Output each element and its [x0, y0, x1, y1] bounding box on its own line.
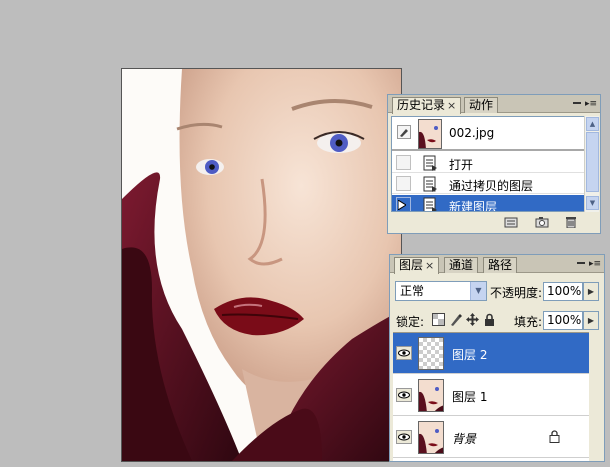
tab-channels[interactable]: 通道: [444, 257, 479, 273]
scroll-up-icon[interactable]: ▲: [586, 117, 599, 131]
history-step[interactable]: 通过拷贝的图层: [392, 174, 586, 194]
snapshot-thumbnail: [418, 119, 442, 149]
history-step[interactable]: 打开: [392, 153, 586, 173]
blend-mode-select[interactable]: 正常 ▼: [395, 281, 487, 301]
history-step-label: 新建图层: [449, 200, 498, 212]
layer-thumbnail: [418, 379, 444, 412]
opacity-field[interactable]: 100%: [543, 282, 583, 301]
lock-position-icon[interactable]: [466, 313, 479, 326]
snapshot-label: 002.jpg: [449, 126, 495, 140]
opacity-label: 不透明度:: [490, 286, 543, 300]
panel-menu-icon[interactable]: ▸≡: [589, 258, 601, 270]
tab-layers-label: 图层: [399, 258, 424, 272]
scroll-down-icon[interactable]: ▼: [586, 196, 599, 210]
eye-icon[interactable]: [396, 430, 412, 444]
layer-row-selected[interactable]: 图层 2: [393, 333, 590, 374]
history-step-selected[interactable]: 新建图层: [392, 195, 586, 212]
layer-row-background[interactable]: 背景: [393, 417, 590, 458]
portrait-image: [122, 69, 401, 461]
history-list: 002.jpg 打开 通过拷贝的图层 新建图层: [391, 116, 587, 212]
close-icon[interactable]: ×: [425, 259, 434, 272]
blend-mode-value: 正常: [400, 284, 425, 298]
eye-icon[interactable]: [396, 388, 412, 402]
collapse-icon[interactable]: [576, 256, 586, 266]
tab-paths[interactable]: 路径: [483, 257, 518, 273]
fill-slider-arrow-icon[interactable]: ▶: [583, 311, 599, 330]
panel-menu-icon[interactable]: ▸≡: [585, 98, 597, 110]
history-state-icon: [423, 155, 437, 171]
layer-thumbnail: [418, 421, 444, 454]
history-source-box[interactable]: [396, 176, 411, 191]
new-snapshot-icon[interactable]: [535, 216, 549, 228]
layers-tabbar: 图层 × 通道 路径 ▸≡: [390, 255, 604, 274]
layer-name[interactable]: 图层 2: [452, 346, 487, 363]
history-state-icon: [423, 197, 437, 211]
layers-panel: 图层 × 通道 路径 ▸≡ 正常 ▼ 不透明度: 100% ▶ 锁定: 填充: 1…: [389, 254, 605, 462]
history-snapshot[interactable]: 002.jpg: [392, 117, 586, 151]
tab-history-label: 历史记录: [397, 98, 446, 112]
layer-thumbnail-transparent: [418, 337, 444, 370]
lock-transparency-icon[interactable]: [432, 313, 445, 326]
tab-paths-label: 路径: [488, 258, 513, 272]
layer-name[interactable]: 图层 1: [452, 388, 487, 405]
history-step-label: 通过拷贝的图层: [449, 179, 534, 193]
history-scrollbar[interactable]: ▲ ▼: [584, 116, 599, 212]
tab-actions-label: 动作: [469, 98, 494, 112]
history-state-icon: [423, 176, 437, 192]
scroll-thumb[interactable]: [586, 132, 599, 192]
fill-field[interactable]: 100%: [543, 311, 583, 330]
history-brush-icon[interactable]: [397, 125, 411, 139]
current-state-icon: [398, 200, 406, 210]
new-document-from-state-icon[interactable]: [504, 216, 518, 228]
history-panel: 历史记录 × 动作 ▸≡ 002.jpg 打开 通过拷贝的图层 新建图层 ▲ ▼: [387, 94, 601, 234]
history-footer: [388, 212, 600, 233]
lock-label: 锁定:: [396, 315, 425, 329]
fill-label: 填充:: [514, 315, 543, 329]
tab-history[interactable]: 历史记录 ×: [392, 97, 462, 114]
lock-image-pixels-icon[interactable]: [449, 313, 462, 326]
tab-layers[interactable]: 图层 ×: [394, 257, 440, 274]
history-source-box[interactable]: [396, 155, 411, 170]
history-tabbar: 历史记录 × 动作 ▸≡: [388, 95, 600, 114]
lock-all-icon[interactable]: [483, 313, 496, 326]
layers-list: 图层 2 图层 1 背景: [393, 332, 590, 461]
close-icon[interactable]: ×: [447, 99, 456, 112]
trash-icon[interactable]: [564, 216, 578, 228]
collapse-icon[interactable]: [572, 96, 582, 106]
document-canvas[interactable]: [121, 68, 402, 462]
history-step-label: 打开: [449, 158, 474, 172]
tab-actions[interactable]: 动作: [464, 97, 499, 113]
opacity-slider-arrow-icon[interactable]: ▶: [583, 282, 599, 301]
layers-scrollbar[interactable]: [589, 332, 601, 461]
layer-row[interactable]: 图层 1: [393, 375, 590, 416]
eye-icon[interactable]: [396, 346, 412, 360]
tab-channels-label: 通道: [449, 258, 474, 272]
layer-name[interactable]: 背景: [452, 430, 476, 447]
chevron-down-icon[interactable]: ▼: [470, 282, 486, 300]
lock-icon: [549, 430, 560, 443]
